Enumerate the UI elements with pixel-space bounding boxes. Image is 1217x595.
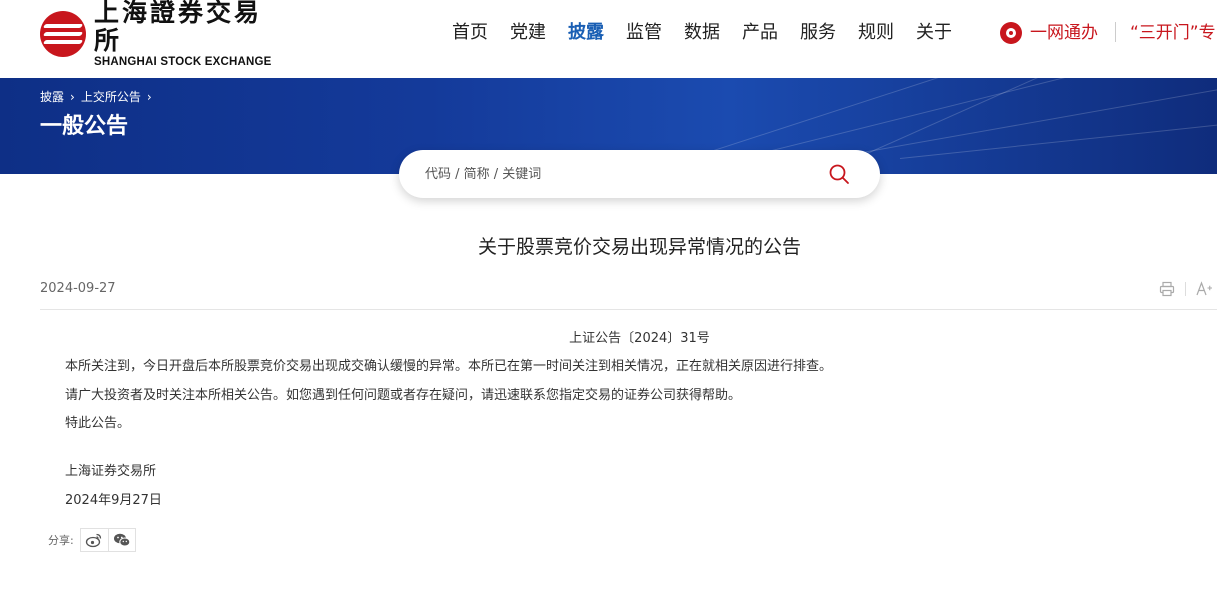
tools-divider	[1185, 282, 1186, 296]
nav-supervision[interactable]: 监管	[626, 19, 662, 47]
title-divider	[40, 309, 1217, 310]
breadcrumb-sse-announcements[interactable]: 上交所公告	[81, 88, 141, 105]
article-paragraph: 本所关注到，今日开盘后本所股票竞价交易出现成交确认缓慢的异常。本所已在第一时间关…	[65, 359, 833, 374]
chevron-right-icon: ›	[146, 89, 152, 104]
breadcrumb-disclosure[interactable]: 披露	[40, 88, 64, 105]
nav-data[interactable]: 数据	[684, 19, 720, 47]
logo-chinese-name: 上海證券交易所	[94, 0, 263, 55]
sse-logo[interactable]: 上海證券交易所 SHANGHAI STOCK EXCHANGE	[40, 0, 275, 68]
three-open-doors-link[interactable]: “三开门”专	[1130, 20, 1217, 46]
one-net-icon	[1000, 22, 1022, 44]
article-tools	[1158, 280, 1217, 298]
search-icon[interactable]	[828, 163, 850, 185]
announcement-number: 上证公告〔2024〕31号	[569, 331, 710, 346]
nav-about[interactable]: 关于	[916, 19, 952, 47]
font-size-icon[interactable]	[1195, 280, 1213, 298]
one-net-service-link[interactable]: 一网通办	[1000, 20, 1098, 46]
one-net-label: 一网通办	[1030, 23, 1098, 43]
breadcrumb: 披露 › 上交所公告 ›	[40, 88, 158, 105]
article-date: 2024-09-27	[40, 281, 116, 296]
page-title: 一般公告	[40, 114, 129, 139]
sse-logo-icon	[40, 11, 86, 57]
logo-text: 上海證券交易所 SHANGHAI STOCK EXCHANGE	[94, 0, 275, 69]
share-label: 分享:	[48, 534, 74, 547]
chevron-right-icon: ›	[70, 89, 75, 104]
search-input[interactable]	[425, 166, 805, 182]
share-bar: 分享:	[48, 528, 136, 552]
nav-products[interactable]: 产品	[742, 19, 778, 47]
share-buttons	[79, 528, 136, 552]
site-header: 上海證券交易所 SHANGHAI STOCK EXCHANGE 首页 党建 披露…	[0, 0, 1217, 78]
wechat-icon[interactable]	[107, 529, 135, 551]
header-divider	[1115, 22, 1116, 42]
article-signature-date: 2024年9月27日	[65, 493, 162, 508]
logo-english-name: SHANGHAI STOCK EXCHANGE	[94, 56, 272, 68]
nav-rules[interactable]: 规则	[858, 19, 894, 47]
article-signature: 上海证券交易所	[65, 464, 157, 479]
nav-services[interactable]: 服务	[800, 19, 836, 47]
nav-home[interactable]: 首页	[452, 19, 488, 47]
search-bar	[399, 150, 880, 198]
article-paragraph: 特此公告。	[65, 416, 131, 431]
main-nav: 首页 党建 披露 监管 数据 产品 服务 规则 关于	[452, 19, 974, 47]
article-paragraph: 请广大投资者及时关注本所相关公告。如您遇到任何问题或者存在疑问，请迅速联系您指定…	[65, 388, 742, 403]
nav-party[interactable]: 党建	[510, 19, 546, 47]
nav-disclosure[interactable]: 披露	[568, 19, 604, 47]
weibo-icon[interactable]	[81, 529, 108, 551]
print-icon[interactable]	[1158, 280, 1176, 298]
article-title: 关于股票竞价交易出现异常情况的公告	[477, 236, 801, 258]
